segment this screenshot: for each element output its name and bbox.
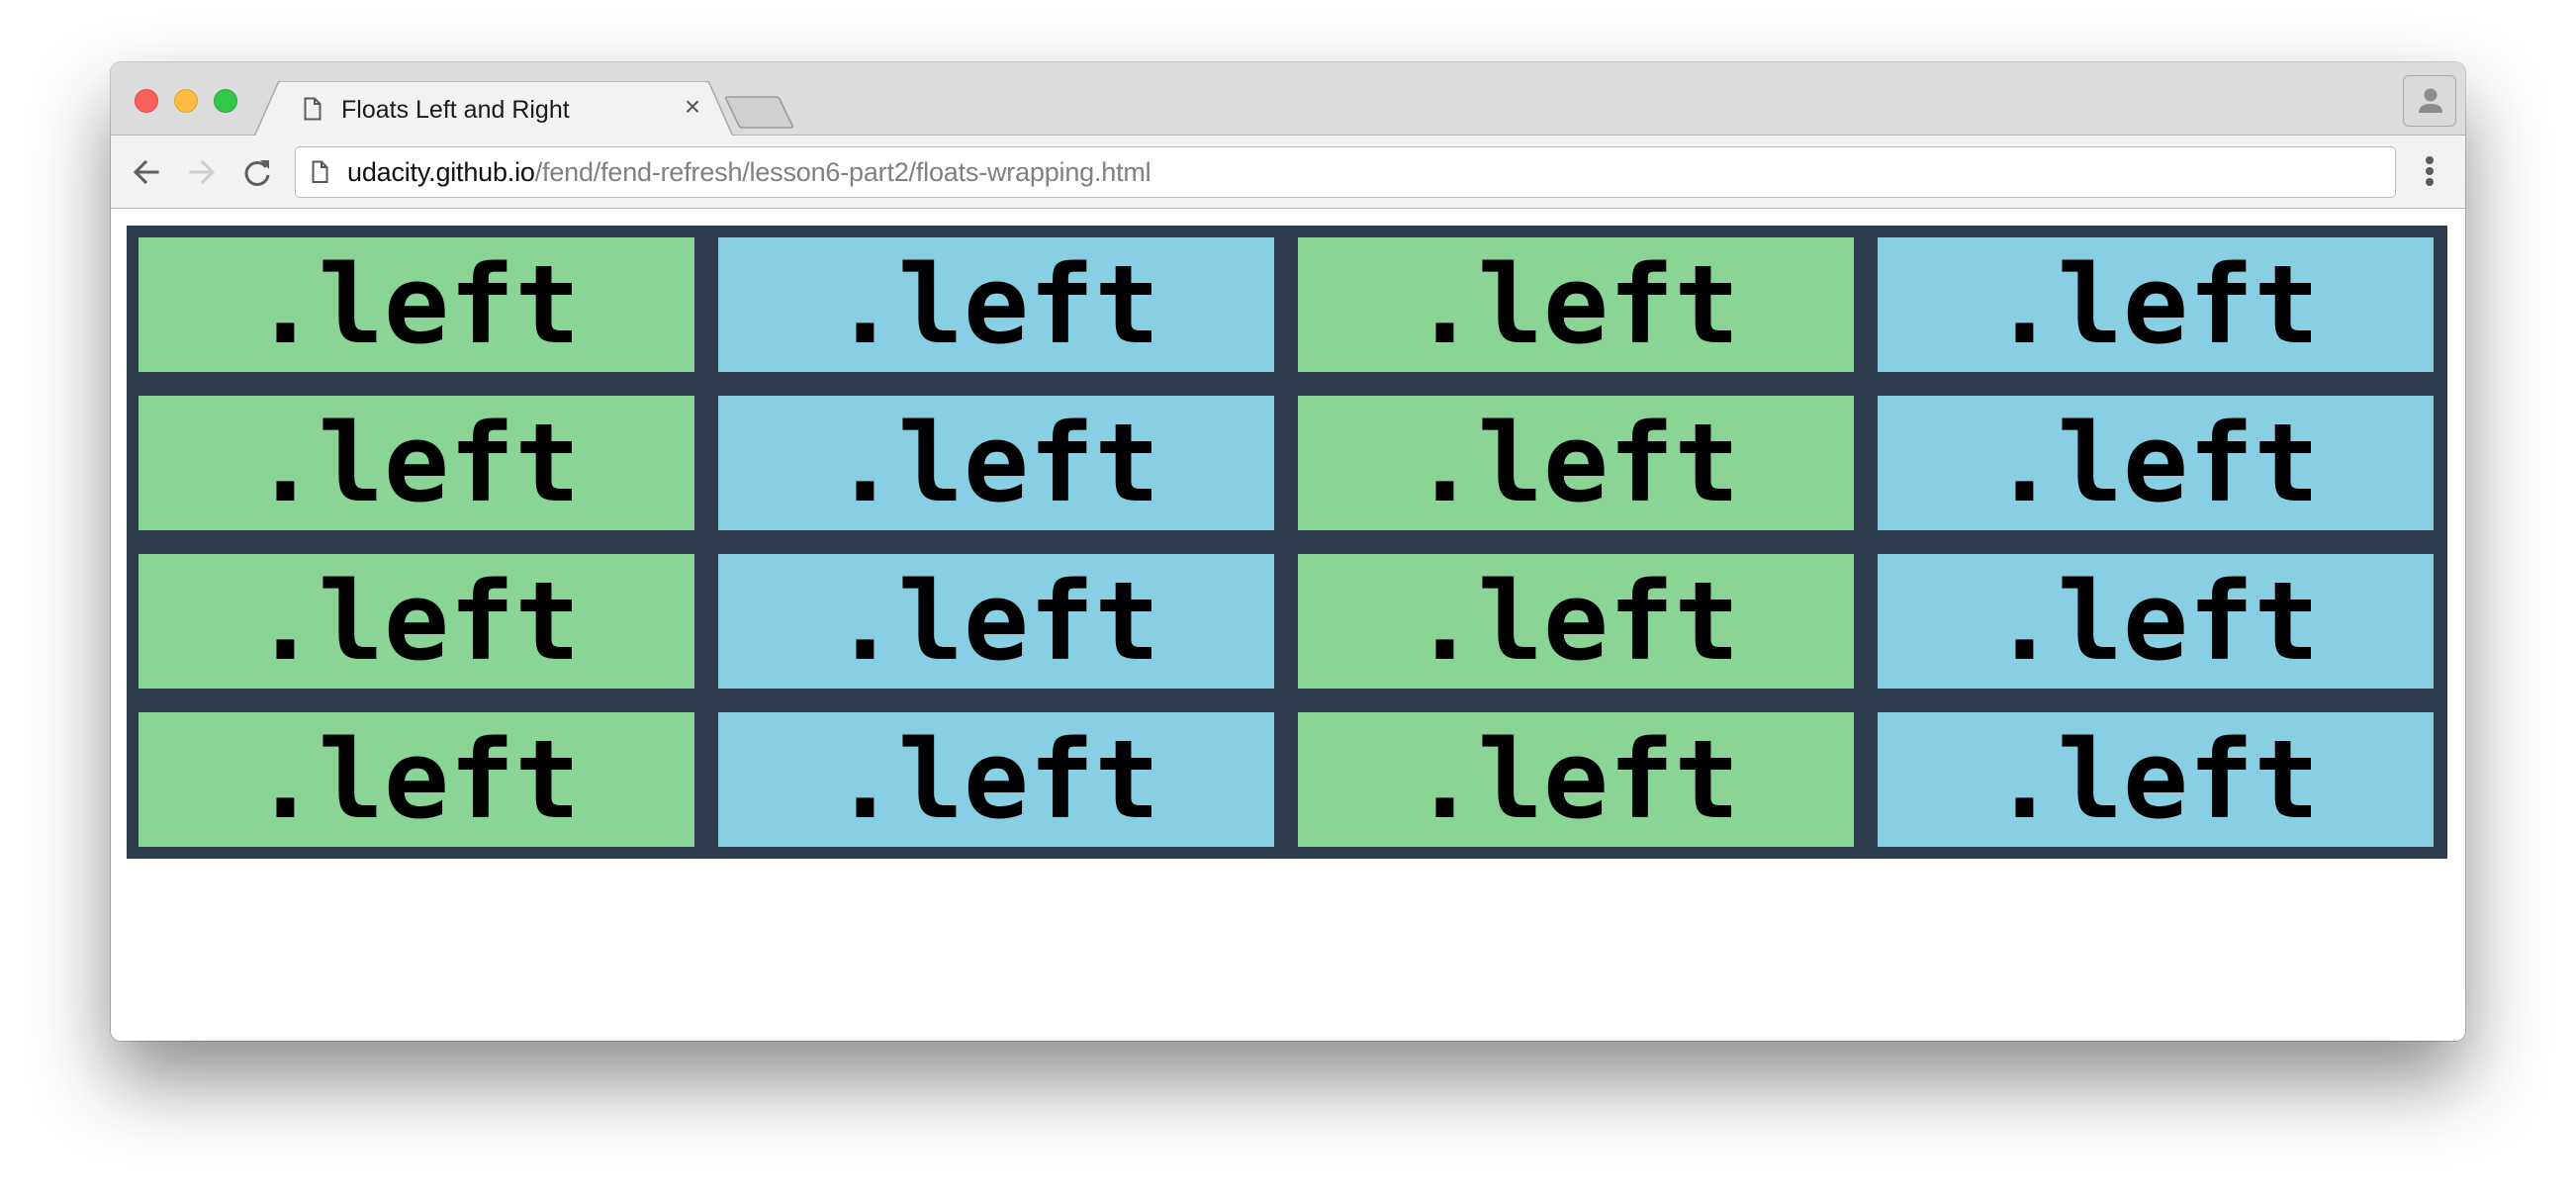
browser-window: Floats Left and Right × udacity.github.i…	[111, 62, 2465, 1041]
float-box-left: .left	[718, 396, 1274, 530]
float-box-left: .left	[1298, 237, 1854, 372]
url-host: udacity.github.io	[347, 157, 535, 187]
float-box-left: .left	[138, 712, 694, 847]
window-maximize-button[interactable]	[214, 89, 237, 113]
arrow-left-icon[interactable]	[131, 156, 162, 188]
arrow-right-icon[interactable]	[186, 156, 218, 188]
float-container: .left .left .left .left .left .left .left .left…	[127, 226, 2447, 859]
float-box-left: .left	[1878, 554, 2434, 689]
kebab-menu-icon[interactable]	[2420, 151, 2439, 191]
float-box-left: .left	[1298, 396, 1854, 530]
float-box-left: .left	[1298, 554, 1854, 689]
float-box-left: .left	[718, 237, 1274, 372]
float-box-left: .left	[1878, 237, 2434, 372]
float-box-left: .left	[1298, 712, 1854, 847]
tab-title: Floats Left and Right	[341, 96, 570, 124]
float-box-left: .left	[718, 554, 1274, 689]
float-box-left: .left	[138, 396, 694, 530]
page-icon	[312, 160, 328, 183]
window-minimize-button[interactable]	[174, 89, 198, 113]
page-content: .left .left .left .left .left .left .left .left…	[111, 209, 2465, 1041]
new-tab-button[interactable]	[724, 95, 795, 129]
float-box-left: .left	[138, 237, 694, 372]
address-bar[interactable]: udacity.github.io/fend/fend-refresh/less…	[295, 146, 2396, 198]
profile-button[interactable]	[2403, 75, 2456, 127]
float-box-left: .left	[138, 554, 694, 689]
person-icon	[2419, 88, 2442, 113]
window-close-button[interactable]	[135, 89, 158, 113]
float-box-left: .left	[1878, 712, 2434, 847]
float-box-left: .left	[718, 712, 1274, 847]
tab-active[interactable]: Floats Left and Right ×	[254, 81, 734, 137]
tab-strip: Floats Left and Right ×	[111, 62, 2465, 137]
close-icon[interactable]: ×	[681, 93, 704, 121]
toolbar: udacity.github.io/fend/fend-refresh/less…	[111, 136, 2465, 209]
float-box-left: .left	[1878, 396, 2434, 530]
reload-icon[interactable]	[241, 156, 273, 188]
page-icon	[304, 97, 322, 121]
url-path: /fend/fend-refresh/lesson6-part2/floats-…	[534, 157, 1151, 187]
url-text: udacity.github.io/fend/fend-refresh/less…	[347, 157, 1151, 188]
